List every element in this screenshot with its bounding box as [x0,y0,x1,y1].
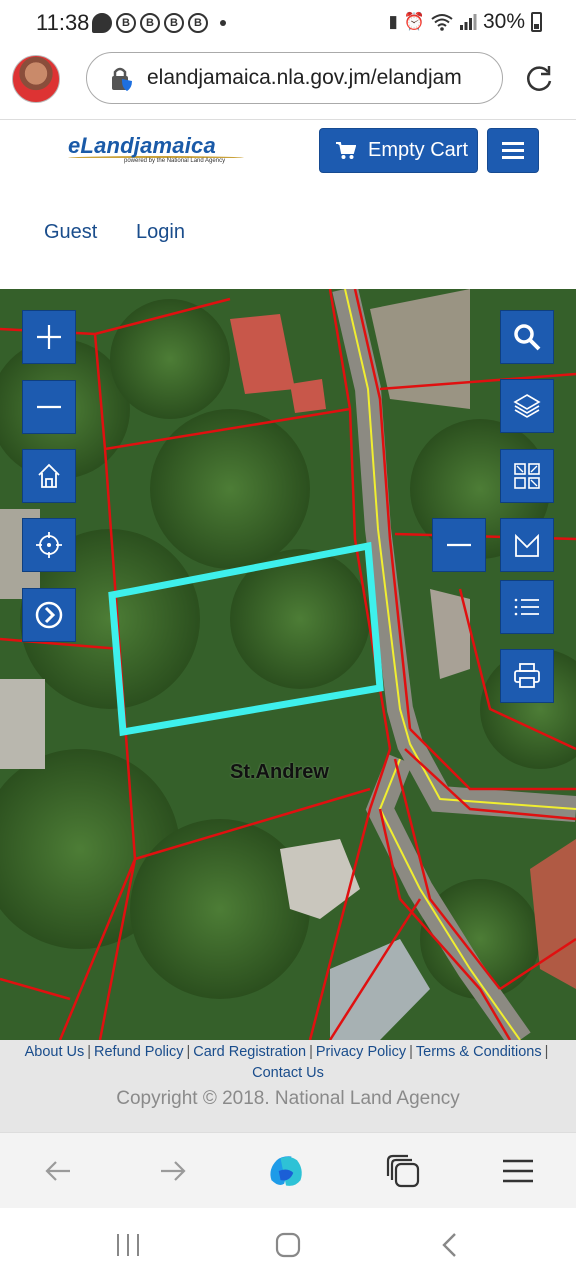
copilot-icon [270,1156,302,1186]
footer-link-contact[interactable]: Contact Us [252,1065,324,1081]
b-icon: B [116,13,136,33]
map-search-button[interactable] [500,310,554,364]
zoom-out-button[interactable] [22,380,76,434]
back-icon [45,1161,70,1181]
locate-icon [36,532,62,558]
print-icon [514,663,540,688]
qr-button[interactable] [500,449,554,503]
zoom-out-icon [37,405,61,409]
b-icon: B [140,13,160,33]
search-icon [514,324,541,351]
site-footer: About Us | Refund Policy | Card Registration… [0,1040,576,1132]
browser-forward-button[interactable] [153,1151,193,1191]
wifi-icon [431,14,453,31]
back-nav-icon [442,1233,456,1257]
url-text: elandjamaica.nla.gov.jm/elandjam [147,66,462,89]
minus-icon [447,543,471,547]
map-place-label: St.Andrew [230,761,329,783]
logo-text: eLandjamaica [68,133,216,158]
footer-link-terms[interactable]: Terms & Conditions [416,1044,542,1060]
chat-icon [92,13,112,33]
footer-links: About Us | Refund Policy | Card Registration… [0,1040,576,1084]
zoom-in-icon [37,325,61,349]
recents-button[interactable] [110,1230,146,1260]
zoom-in-button[interactable] [22,310,76,364]
footer-link-refund[interactable]: Refund Policy [94,1044,183,1060]
collapse-button[interactable] [432,518,486,572]
home-nav-icon [275,1232,301,1258]
empty-cart-button[interactable]: Empty Cart [319,128,478,173]
url-field[interactable]: elandjamaica.nla.gov.jm/elandjam [86,52,503,104]
link-separator: | [186,1044,191,1060]
notification-icons: B B B B [92,13,226,33]
next-icon [35,601,63,629]
system-navigation-bar [0,1208,576,1280]
site-lock-icon[interactable] [109,66,133,92]
qr-icon [514,463,540,489]
profile-avatar[interactable] [12,55,60,103]
copyright-text: Copyright © 2018. National Land Agency [116,1088,460,1109]
link-separator: | [409,1044,413,1060]
link-separator: | [309,1044,313,1060]
site-menu-button[interactable] [487,128,539,173]
tabs-icon [386,1154,420,1188]
layers-button[interactable] [500,379,554,433]
browser-menu-button[interactable] [498,1151,538,1191]
measure-icon [515,533,539,557]
back-nav-button[interactable] [432,1230,468,1260]
copilot-button[interactable] [266,1151,306,1191]
cart-icon [336,141,356,159]
home-button[interactable] [22,449,76,503]
alarm-icon: ⏰ [403,12,425,31]
sim-icon: ▮ [388,12,398,31]
next-button[interactable] [22,588,76,642]
list-icon [514,598,539,616]
site-header: eLandjamaica powered by the National Lan… [0,121,576,289]
cart-label: Empty Cart [368,139,469,161]
status-bar: 11:38 B B B B ▮ ⏰ 30% [0,0,576,46]
status-right: ▮ ⏰ 30% [388,10,542,34]
browser-address-bar: elandjamaica.nla.gov.jm/elandjam [0,46,576,120]
layers-icon [513,394,541,418]
map-view[interactable]: St.Andrew [0,289,576,1040]
footer-link-about[interactable]: About Us [25,1044,85,1060]
print-button[interactable] [500,649,554,703]
satellite-imagery [0,289,576,1040]
measure-button[interactable] [500,518,554,572]
battery-percent: 30% [482,10,525,33]
menu-icon [503,1159,533,1183]
more-notifications-dot [220,20,226,26]
home-icon [38,463,60,488]
signal-icon [459,14,477,30]
battery-icon [531,12,542,32]
hamburger-line [502,156,524,159]
list-button[interactable] [500,580,554,634]
site-logo[interactable]: eLandjamaica powered by the National Lan… [68,133,244,164]
link-separator: | [87,1044,92,1060]
tabs-button[interactable] [383,1151,423,1191]
status-time: 11:38 [36,10,90,35]
locate-button[interactable] [22,518,76,572]
b-icon: B [188,13,208,33]
browser-back-button[interactable] [38,1151,78,1191]
footer-link-card-registration[interactable]: Card Registration [193,1044,306,1060]
link-separator: | [544,1044,549,1060]
home-nav-button[interactable] [270,1230,306,1260]
recents-icon [117,1234,139,1256]
forward-icon [161,1161,186,1181]
hamburger-line [502,149,524,152]
nav-guest-link[interactable]: Guest [44,221,97,244]
reload-icon[interactable] [524,64,554,94]
logo-subtext: powered by the National Land Agency [124,158,226,164]
footer-link-privacy[interactable]: Privacy Policy [316,1044,406,1060]
browser-bottom-bar [0,1132,576,1208]
b-icon: B [164,13,184,33]
nav-login-link[interactable]: Login [136,221,185,244]
hamburger-line [502,142,524,145]
